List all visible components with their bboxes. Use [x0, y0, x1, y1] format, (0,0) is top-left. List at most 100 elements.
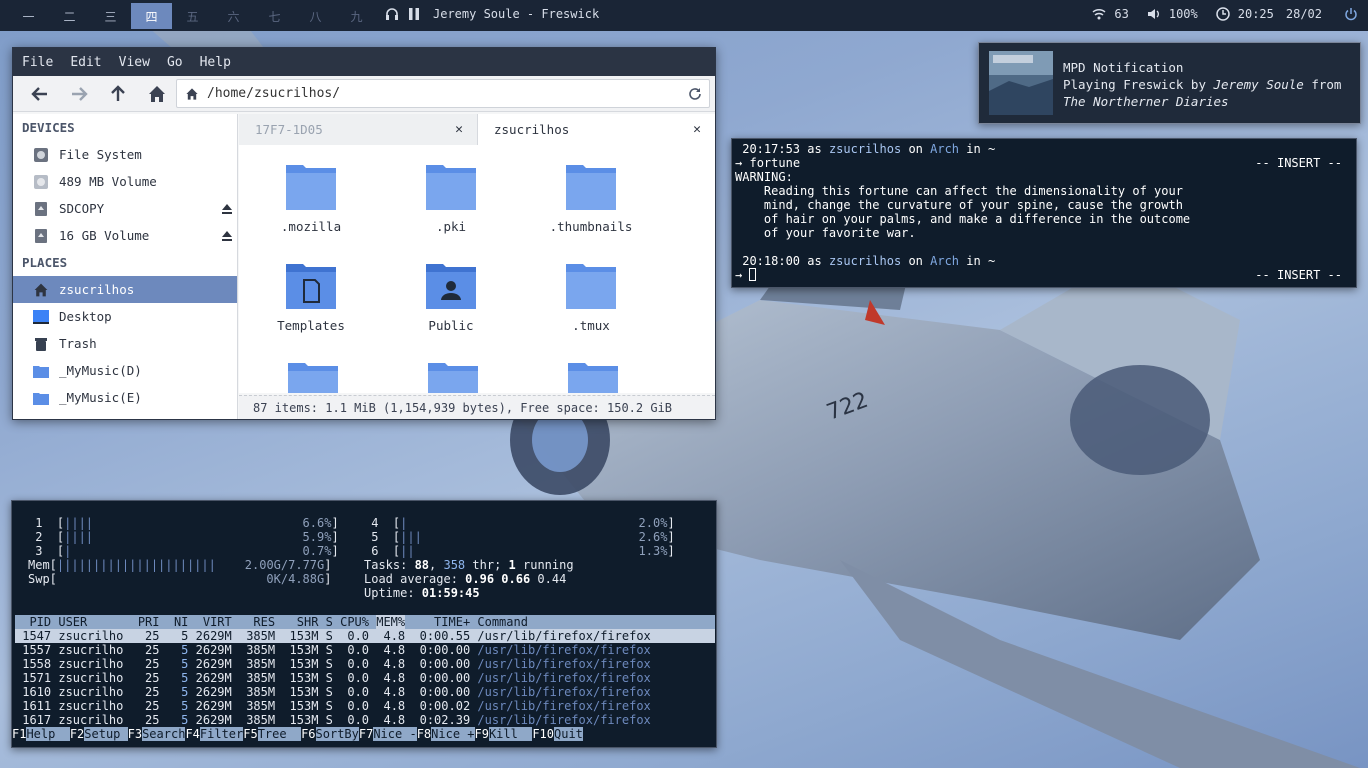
- prompt-host: Arch: [930, 142, 960, 156]
- fkey-f1[interactable]: F1: [12, 727, 26, 741]
- clock-time: 20:25: [1237, 7, 1274, 21]
- fkey-label[interactable]: SortBy: [315, 727, 359, 741]
- fkey-f3[interactable]: F3: [128, 727, 142, 741]
- process-row[interactable]: 1571 zsucrilho 25 5 2629M 385M 153M S 0.…: [15, 671, 715, 685]
- terminal-window[interactable]: 20:17:53 as zsucrilhos on Arch in ~ → fo…: [731, 138, 1357, 288]
- fkey-f9[interactable]: F9: [475, 727, 489, 741]
- fkey-label[interactable]: Nice +: [431, 727, 475, 741]
- close-icon[interactable]: ✕: [455, 122, 463, 137]
- up-button[interactable]: [103, 80, 132, 108]
- sidebar-item-mymusic-e[interactable]: _MyMusic(E): [13, 384, 237, 411]
- file-item[interactable]: .tmux: [531, 262, 651, 333]
- process-row[interactable]: 1557 zsucrilho 25 5 2629M 385M 153M S 0.…: [15, 643, 715, 657]
- fkey-f4[interactable]: F4: [185, 727, 199, 741]
- fkey-f8[interactable]: F8: [417, 727, 431, 741]
- process-row[interactable]: 1547 zsucrilho 25 5 2629M 385M 153M S 0.…: [15, 629, 715, 643]
- prompt-time: 20:18:00: [742, 254, 801, 268]
- close-icon[interactable]: ✕: [693, 122, 701, 137]
- sidebar-item-file-system[interactable]: File System: [13, 141, 237, 168]
- folder-icon[interactable]: [567, 361, 619, 393]
- power-icon[interactable]: [1344, 7, 1358, 21]
- workspace-6[interactable]: 六: [213, 3, 254, 29]
- folder-icon[interactable]: [287, 361, 339, 393]
- fkey-label[interactable]: Filter: [199, 727, 244, 741]
- sidebar-item-label: File System: [59, 147, 142, 162]
- fkey-f5[interactable]: F5: [243, 727, 257, 741]
- workspace-8[interactable]: 八: [295, 3, 336, 29]
- sidebar-item-489mb-volume[interactable]: 489 MB Volume: [13, 168, 237, 195]
- menu-help[interactable]: Help: [200, 55, 231, 70]
- folder-icon: [566, 165, 616, 210]
- sidebar-item-sdcopy[interactable]: SDCOPY: [13, 195, 237, 222]
- volume-level[interactable]: 100%: [1169, 7, 1198, 21]
- eject-icon[interactable]: [221, 203, 233, 215]
- sidebar-item-16gb-volume[interactable]: 16 GB Volume: [13, 222, 237, 249]
- eject-icon[interactable]: [221, 230, 233, 242]
- sidebar-item-mymusic-d[interactable]: _MyMusic(D): [13, 357, 237, 384]
- menu-go[interactable]: Go: [167, 55, 183, 70]
- file-item[interactable]: .mozilla: [251, 163, 371, 234]
- input-line[interactable]: →: [735, 268, 757, 282]
- fkey-f2[interactable]: F2: [70, 727, 84, 741]
- fkey-label[interactable]: Help: [26, 727, 70, 741]
- notification-artist: Jeremy Soule: [1213, 77, 1304, 92]
- fkey-f10[interactable]: F10: [532, 727, 554, 741]
- back-button[interactable]: [25, 80, 54, 108]
- file-name: .pki: [435, 219, 467, 234]
- tab-17f7-1d05[interactable]: 17F7-1D05 ✕: [239, 114, 477, 145]
- templates-folder-icon: [286, 264, 336, 309]
- tab-label: 17F7-1D05: [255, 122, 323, 137]
- tab-zsucrilhos[interactable]: zsucrilhos ✕: [477, 114, 715, 145]
- home-button[interactable]: [142, 80, 171, 108]
- workspace-7[interactable]: 七: [254, 3, 295, 29]
- mpd-notification[interactable]: MPD Notification Playing Freswick by Jer…: [978, 42, 1361, 124]
- location-path: /home/zsucrilhos/: [207, 86, 341, 101]
- process-row[interactable]: 1610 zsucrilho 25 5 2629M 385M 153M S 0.…: [15, 685, 715, 699]
- home-icon: [34, 283, 48, 296]
- fkey-label[interactable]: Tree: [257, 727, 302, 741]
- folder-icon: [33, 392, 49, 405]
- menu-view[interactable]: View: [119, 55, 150, 70]
- usb-drive-icon: [35, 228, 47, 243]
- folder-icon[interactable]: [427, 361, 479, 393]
- fkey-label[interactable]: Setup: [84, 727, 128, 741]
- clock-date: 28/02: [1285, 7, 1322, 21]
- fkey-label[interactable]: Search: [142, 727, 186, 741]
- workspace-5[interactable]: 五: [172, 3, 213, 29]
- file-name: .mozilla: [280, 219, 342, 234]
- fkey-label[interactable]: Quit: [554, 727, 583, 741]
- reload-icon[interactable]: [687, 86, 703, 102]
- sidebar-item-home[interactable]: zsucrilhos: [13, 276, 237, 303]
- file-manager-window: File Edit View Go Help /home/zsucrilhos/…: [12, 47, 716, 420]
- file-item[interactable]: .thumbnails: [531, 163, 651, 234]
- workspace-9[interactable]: 九: [336, 3, 377, 29]
- file-item[interactable]: .pki: [391, 163, 511, 234]
- process-row[interactable]: 1558 zsucrilho 25 5 2629M 385M 153M S 0.…: [15, 657, 715, 671]
- fkey-label[interactable]: Kill: [488, 727, 533, 741]
- fkey-f6[interactable]: F6: [301, 727, 315, 741]
- forward-button[interactable]: [64, 80, 93, 108]
- workspace-3[interactable]: 三: [90, 3, 131, 29]
- workspace-2[interactable]: 二: [49, 3, 90, 29]
- menu-edit[interactable]: Edit: [70, 55, 101, 70]
- file-name: Templates: [277, 318, 345, 333]
- pause-icon[interactable]: [407, 7, 421, 21]
- htop-window[interactable]: 1 [|||| 6.6%] 2 [|||| 5.9%] 3 [| 0.7%] 4…: [11, 500, 717, 748]
- process-row[interactable]: 1611 zsucrilho 25 5 2629M 385M 153M S 0.…: [15, 699, 715, 713]
- now-playing[interactable]: Jeremy Soule - Freswick: [385, 7, 599, 21]
- location-bar[interactable]: /home/zsucrilhos/: [176, 79, 710, 108]
- menu-file[interactable]: File: [22, 55, 53, 70]
- fkey-label[interactable]: Nice -: [373, 727, 417, 741]
- prompt-host: Arch: [930, 254, 960, 268]
- wifi-strength: 63: [1114, 7, 1129, 21]
- sidebar-item-desktop[interactable]: Desktop: [13, 303, 237, 330]
- process-table-header[interactable]: PID USER PRI NI VIRT RES SHR S CPU% MEM%…: [15, 615, 715, 629]
- fkey-f7[interactable]: F7: [359, 727, 373, 741]
- workspace-4[interactable]: 四: [131, 3, 172, 29]
- process-row[interactable]: 1617 zsucrilho 25 5 2629M 385M 153M S 0.…: [15, 713, 715, 727]
- file-item[interactable]: Public: [391, 262, 511, 333]
- file-item[interactable]: Templates: [251, 262, 371, 333]
- workspace-1[interactable]: 一: [8, 3, 49, 29]
- cpu-meter-1: 1 [|||| 6.6%]: [28, 516, 339, 530]
- sidebar-item-trash[interactable]: Trash: [13, 330, 237, 357]
